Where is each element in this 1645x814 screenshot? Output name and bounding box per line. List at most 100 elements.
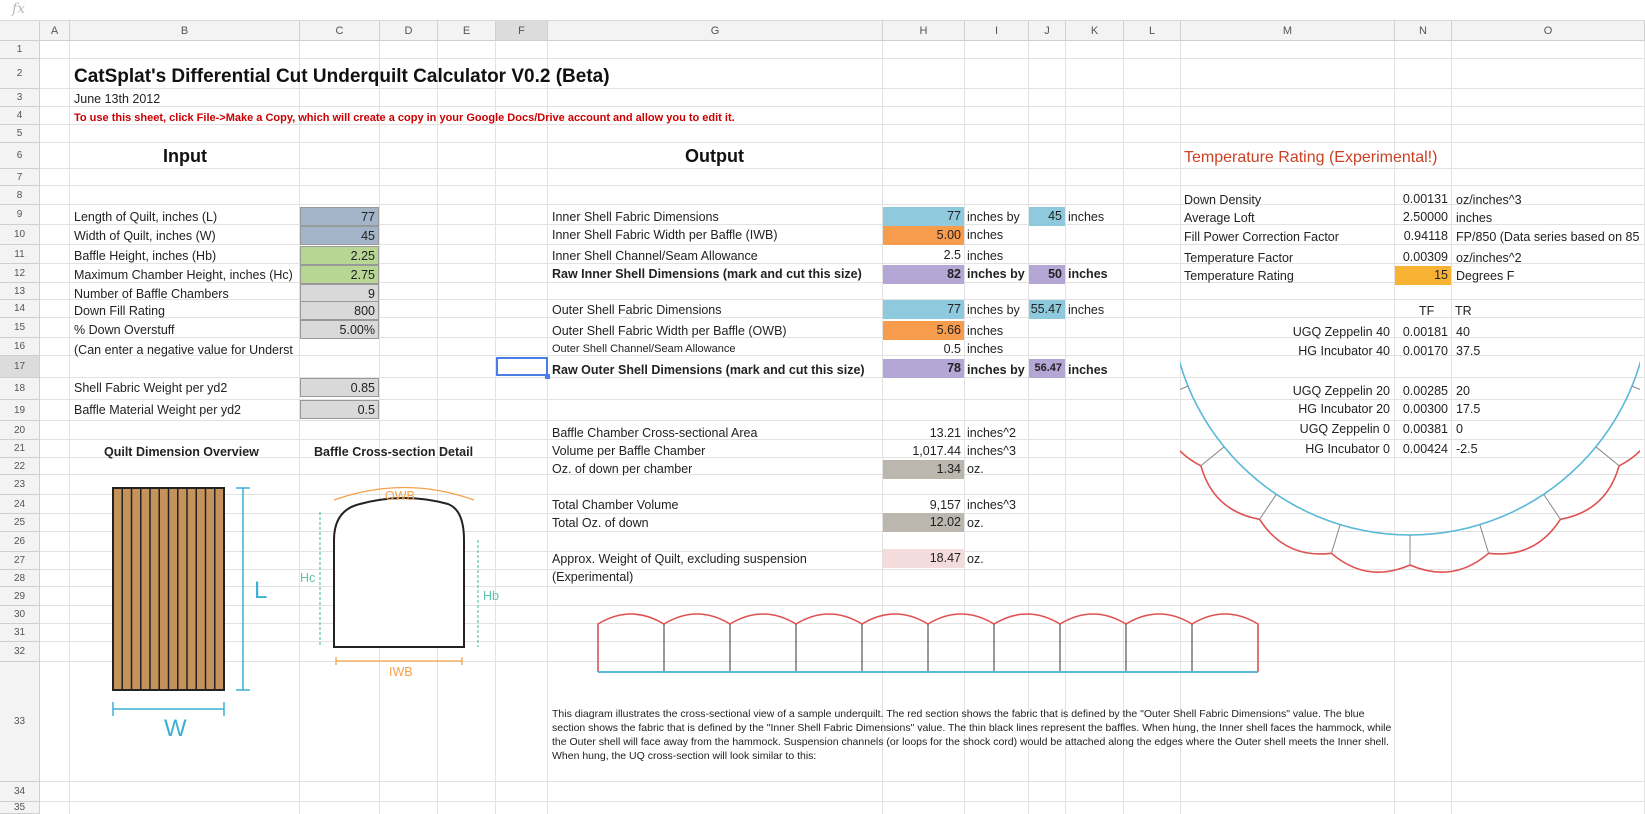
column-header-j[interactable]: J xyxy=(1029,21,1066,41)
reference-tf-value[interactable]: 0.00181 xyxy=(1395,324,1451,340)
row-header-4[interactable]: 4 xyxy=(0,107,40,125)
input-value-cell[interactable]: 0.5 xyxy=(300,400,379,419)
input-label: Baffle Height, inches (Hb) xyxy=(74,249,217,263)
column-header-i[interactable]: I xyxy=(965,21,1029,41)
total-oz-value[interactable]: 12.02 xyxy=(883,513,964,532)
inner-seam-value[interactable]: 2.5 xyxy=(883,246,964,265)
hanging-inner-shell xyxy=(1180,360,1640,536)
input-value-cell[interactable]: 2.25 xyxy=(300,246,379,265)
column-header-a[interactable]: A xyxy=(40,21,70,41)
row-header-6[interactable]: 6 xyxy=(0,143,40,169)
row-header-25[interactable]: 25 xyxy=(0,514,40,532)
row-header-8[interactable]: 8 xyxy=(0,186,40,205)
input-value-cell[interactable]: 0.85 xyxy=(300,378,379,397)
row-header-7[interactable]: 7 xyxy=(0,169,40,186)
row-header-10[interactable]: 10 xyxy=(0,225,40,245)
column-header-c[interactable]: C xyxy=(300,21,380,41)
input-value-cell[interactable]: 2.75 xyxy=(300,265,379,284)
column-header-k[interactable]: K xyxy=(1066,21,1124,41)
iwb-value[interactable]: 5.00 xyxy=(883,226,964,245)
raw-outer-width[interactable]: 56.47 xyxy=(1029,359,1065,378)
area-value[interactable]: 13.21 xyxy=(883,424,964,443)
input-value-cell[interactable]: 800 xyxy=(300,301,379,320)
row-header-22[interactable]: 22 xyxy=(0,458,40,475)
row-header-33[interactable]: 33 xyxy=(0,662,40,782)
row-header-14[interactable]: 14 xyxy=(0,300,40,318)
input-value-cell[interactable]: 77 xyxy=(300,207,379,226)
row-header-31[interactable]: 31 xyxy=(0,624,40,642)
raw-inner-width[interactable]: 50 xyxy=(1029,265,1065,284)
row-header-1[interactable]: 1 xyxy=(0,41,40,59)
row-header-2[interactable]: 2 xyxy=(0,59,40,89)
column-header-g[interactable]: G xyxy=(548,21,883,41)
column-header-f[interactable]: F xyxy=(496,21,548,41)
row-header-32[interactable]: 32 xyxy=(0,642,40,662)
owb-label: Outer Shell Fabric Width per Baffle (OWB… xyxy=(552,324,787,338)
volume-value[interactable]: 1,017.44 xyxy=(883,442,964,461)
row-header-3[interactable]: 3 xyxy=(0,89,40,107)
column-header-d[interactable]: D xyxy=(380,21,438,41)
row-header-28[interactable]: 28 xyxy=(0,570,40,587)
row-header-9[interactable]: 9 xyxy=(0,205,40,225)
area-unit: inches^2 xyxy=(967,426,1016,440)
raw-inner-label: Raw Inner Shell Dimensions (mark and cut… xyxy=(552,267,862,281)
column-header-o[interactable]: O xyxy=(1452,21,1645,41)
temperature-unit: oz/inches^2 xyxy=(1456,251,1522,265)
row-header-19[interactable]: 19 xyxy=(0,400,40,421)
oz-chamber-value[interactable]: 1.34 xyxy=(883,460,964,479)
volume-unit: inches^3 xyxy=(967,444,1016,458)
outer-seam-label: Outer Shell Channel/Seam Allowance xyxy=(552,343,736,355)
row-header-11[interactable]: 11 xyxy=(0,245,40,264)
outer-dims-width[interactable]: 55.47 xyxy=(1029,300,1065,319)
select-all-corner[interactable] xyxy=(0,21,40,41)
row-header-24[interactable]: 24 xyxy=(0,495,40,514)
row-header-34[interactable]: 34 xyxy=(0,782,40,802)
owb-value[interactable]: 5.66 xyxy=(883,321,964,340)
raw-outer-length[interactable]: 78 xyxy=(883,359,964,378)
column-header-e[interactable]: E xyxy=(438,21,496,41)
selected-cell[interactable] xyxy=(496,357,548,376)
column-header-b[interactable]: B xyxy=(70,21,300,41)
input-value-cell[interactable]: 5.00% xyxy=(300,320,379,339)
outer-seam-value[interactable]: 0.5 xyxy=(883,340,964,359)
input-label: Maximum Chamber Height, inches (Hc) xyxy=(74,268,293,282)
raw-inner-length[interactable]: 82 xyxy=(883,265,964,284)
row-header-12[interactable]: 12 xyxy=(0,264,40,283)
hanging-baffle-line xyxy=(1330,524,1341,554)
row-header-5[interactable]: 5 xyxy=(0,125,40,143)
row-header-29[interactable]: 29 xyxy=(0,587,40,606)
row-header-30[interactable]: 30 xyxy=(0,606,40,624)
row-header-15[interactable]: 15 xyxy=(0,318,40,338)
row-header-18[interactable]: 18 xyxy=(0,378,40,400)
row-header-23[interactable]: 23 xyxy=(0,475,40,495)
input-value-cell[interactable]: 45 xyxy=(300,226,379,245)
row-header-13[interactable]: 13 xyxy=(0,283,40,300)
temperature-value[interactable]: 0.94118 xyxy=(1395,227,1451,246)
row-header-16[interactable]: 16 xyxy=(0,338,40,356)
row-header-20[interactable]: 20 xyxy=(0,421,40,440)
row-header-17[interactable]: 17 xyxy=(0,356,40,378)
row-header-35[interactable]: 35 xyxy=(0,802,40,814)
row-header-21[interactable]: 21 xyxy=(0,440,40,458)
column-header-m[interactable]: M xyxy=(1181,21,1395,41)
outer-seam-unit: inches xyxy=(967,342,1004,356)
temperature-value[interactable]: 0.00131 xyxy=(1395,190,1451,209)
inner-dims-width[interactable]: 45 xyxy=(1029,207,1065,226)
area-label: Baffle Chamber Cross-sectional Area xyxy=(552,426,758,440)
temperature-unit: FP/850 (Data series based on 85 xyxy=(1456,230,1640,244)
temperature-value[interactable]: 15 xyxy=(1395,266,1451,285)
fill-handle[interactable] xyxy=(545,374,550,379)
temperature-value[interactable]: 2.50000 xyxy=(1395,208,1451,227)
column-header-h[interactable]: H xyxy=(883,21,965,41)
inner-dims-length[interactable]: 77 xyxy=(883,207,964,226)
row-header-27[interactable]: 27 xyxy=(0,552,40,570)
weight-value[interactable]: 18.47 xyxy=(883,549,964,568)
temperature-value[interactable]: 0.00309 xyxy=(1395,248,1451,267)
column-header-l[interactable]: L xyxy=(1124,21,1181,41)
formula-bar[interactable]: fx xyxy=(0,0,1645,21)
outer-dims-length[interactable]: 77 xyxy=(883,300,964,319)
row-header-26[interactable]: 26 xyxy=(0,532,40,552)
column-header-n[interactable]: N xyxy=(1395,21,1452,41)
reference-tr-value[interactable]: 40 xyxy=(1456,324,1470,340)
temperature-label: Down Density xyxy=(1184,193,1262,207)
